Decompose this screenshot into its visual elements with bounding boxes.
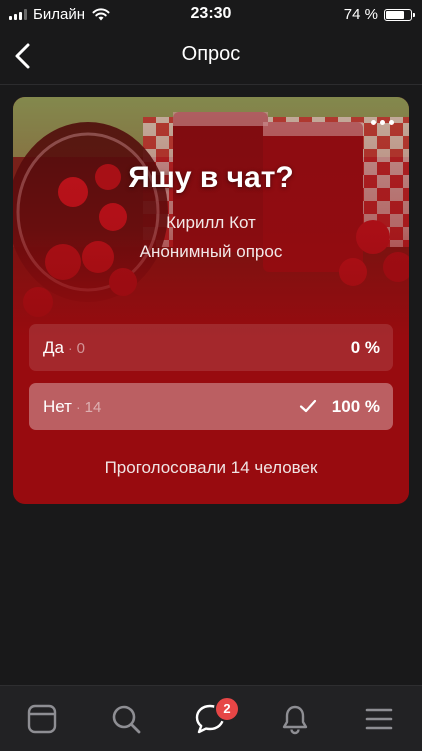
votes-summary[interactable]: Проголосовали 14 человек bbox=[13, 458, 409, 478]
poll-option-text: Нет · 14 bbox=[43, 397, 101, 417]
page-title: Опрос bbox=[181, 43, 241, 65]
more-options-button[interactable] bbox=[371, 117, 395, 127]
nav-bar: Опрос bbox=[0, 28, 422, 85]
poll-option-count: 0 bbox=[76, 340, 85, 357]
poll-option-percent: 100 % bbox=[331, 397, 380, 416]
messages-badge: 2 bbox=[214, 696, 240, 722]
poll-option-percent: 0 % bbox=[350, 338, 380, 357]
tab-menu-icon[interactable] bbox=[362, 702, 396, 736]
poll-author[interactable]: Кирилл Кот bbox=[13, 213, 409, 233]
poll-type: Анонимный опрос bbox=[139, 242, 283, 261]
poll-option-no[interactable]: Нет · 14 100 % bbox=[29, 383, 393, 430]
battery-icon bbox=[384, 8, 415, 21]
poll-title: Яшу в чат? bbox=[128, 161, 294, 194]
status-right: 74 % bbox=[343, 6, 415, 23]
tab-news-icon[interactable] bbox=[25, 702, 59, 736]
poll-option-label: Да bbox=[43, 338, 64, 357]
separator-dot: · bbox=[75, 399, 81, 415]
tab-notifications-icon[interactable] bbox=[278, 702, 312, 736]
battery-percent: 74 % bbox=[343, 6, 378, 23]
poll-option-yes[interactable]: Да · 0 0 % bbox=[29, 324, 393, 371]
tab-search-icon[interactable] bbox=[109, 702, 143, 736]
poll-option-label: Нет bbox=[43, 397, 72, 416]
poll-card: Яшу в чат? Кирилл Кот Анонимный опрос Да… bbox=[13, 97, 409, 504]
separator-dot: · bbox=[67, 340, 73, 356]
poll-option-count: 14 bbox=[84, 399, 102, 416]
checkmark-icon bbox=[299, 399, 317, 413]
status-bar: Билайн 23:30 74 % bbox=[0, 0, 422, 28]
poll-option-text: Да · 0 bbox=[43, 338, 85, 358]
tab-bar bbox=[0, 685, 422, 751]
